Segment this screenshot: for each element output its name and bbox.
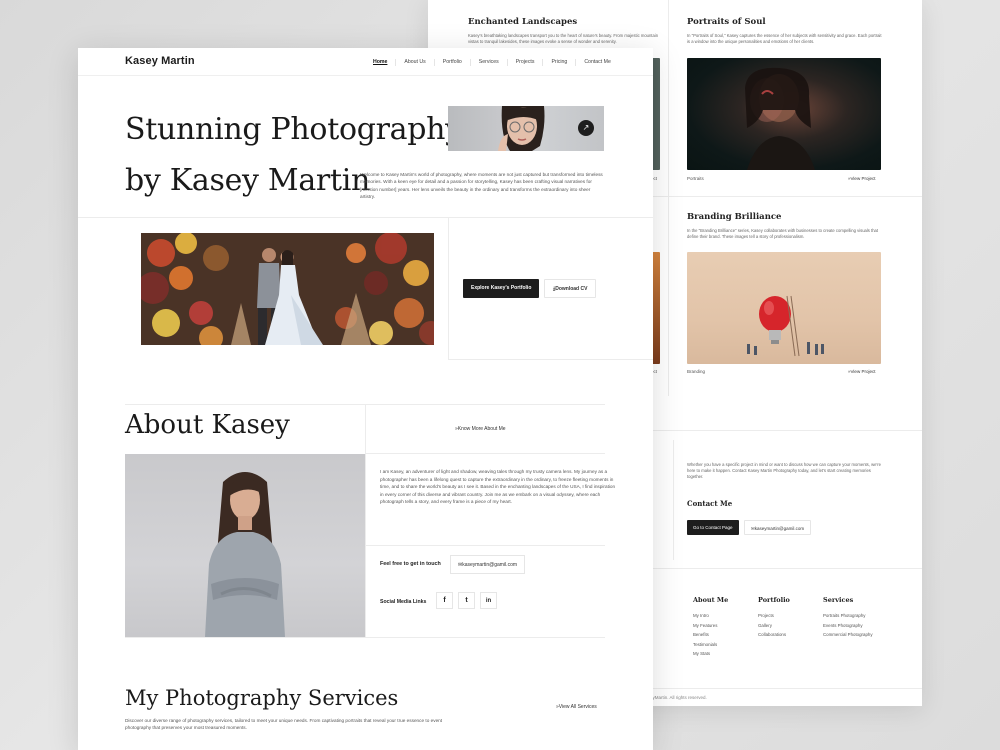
divider <box>365 545 605 546</box>
divider <box>673 440 674 560</box>
footer-link[interactable]: Portraits Photography <box>823 611 873 621</box>
link-label: View Project <box>850 176 876 181</box>
view-project-link[interactable]: » View Project <box>848 369 875 374</box>
services-title: My Photography Services <box>125 686 399 710</box>
nav-about-us[interactable]: About Us <box>395 59 433 66</box>
email-label: kaseymartin@gamil.com <box>754 526 805 531</box>
hero-portrait-image[interactable]: ↗ <box>448 106 604 151</box>
hero-title-line2: by Kasey Martin <box>125 163 371 198</box>
divider <box>125 637 605 638</box>
divider <box>365 404 366 637</box>
footer-col-about: About Me My Intro My Features Benefits T… <box>693 596 728 659</box>
email-button[interactable]: ✉ kaseymartin@gamil.com <box>450 555 526 574</box>
card-title: Branding Brilliance <box>687 212 782 222</box>
card-meta: Portraits <box>687 176 704 181</box>
nav-services[interactable]: Services <box>469 59 507 66</box>
know-more-label: Know More About Me <box>457 426 506 432</box>
card-desc: In the "Branding Brilliance" series, Kas… <box>687 228 879 240</box>
card-title: Portraits of Soul <box>687 17 766 27</box>
contact-label: Feel free to get in touch <box>380 561 441 567</box>
view-project-link[interactable]: » View Project <box>848 176 875 181</box>
footer-heading: About Me <box>693 596 729 604</box>
lightbulb-illustration <box>747 295 824 357</box>
contact-section: Whether you have a specific project in m… <box>687 462 883 508</box>
footer-col-services: Services Portraits Photography Events Ph… <box>823 596 873 640</box>
nav-links: Home About Us Portfolio Services Project… <box>365 59 619 66</box>
about-description: I am Kasey, an adventurer of light and s… <box>380 469 616 505</box>
download-cv-button[interactable]: ⤓ Download CV <box>544 279 597 298</box>
card-enchanted-landscapes[interactable]: Enchanted Landscapes Kasey's breathtakin… <box>468 17 664 45</box>
portrait-figure <box>745 67 815 170</box>
email-button[interactable]: ✉ kaseymartin@gamil.com <box>744 520 812 535</box>
hero-description: Welcome to Kasey Martin's world of photo… <box>360 172 603 200</box>
nav-contact-me[interactable]: Contact Me <box>575 59 619 66</box>
footer-link[interactable]: Events Photography <box>823 621 873 631</box>
contact-text: Whether you have a specific project in m… <box>687 462 881 480</box>
footer-col-portfolio: Portfolio Projects Gallery Collaboration… <box>758 596 790 640</box>
footer-link[interactable]: My Features <box>693 621 728 631</box>
nav-portfolio[interactable]: Portfolio <box>433 59 470 66</box>
view-all-label: View All Services <box>558 704 597 710</box>
email-label: kaseymartin@gamil.com <box>462 562 518 568</box>
divider <box>365 453 605 454</box>
services-description: Discover our diverse range of photograph… <box>125 718 443 731</box>
about-title: About Kasey <box>125 410 290 440</box>
branding-lightbulb-image[interactable] <box>687 252 881 364</box>
explore-portfolio-button[interactable]: Explore Kasey's Portfolio <box>463 279 540 298</box>
contact-page-button[interactable]: Go to Contact Page <box>687 520 739 535</box>
know-more-link[interactable]: » Know More About Me <box>455 426 506 432</box>
divider <box>668 0 669 396</box>
arrow-up-right-icon[interactable]: ↗ <box>578 120 594 136</box>
card-title: Enchanted Landscapes <box>468 17 578 27</box>
download-cv-label: Download CV <box>555 286 588 292</box>
contact-heading: Contact Me <box>687 498 733 508</box>
nav-projects[interactable]: Projects <box>506 59 543 66</box>
footer-link[interactable]: My Intro <box>693 611 728 621</box>
footer-link[interactable]: Collaborations <box>758 630 790 640</box>
card-portraits-of-soul[interactable]: Portraits of Soul In "Portraits of Soul,… <box>687 17 883 45</box>
nav-home[interactable]: Home <box>365 59 395 66</box>
top-nav: Kasey Martin Home About Us Portfolio Ser… <box>78 48 653 76</box>
view-all-services-link[interactable]: » View All Services <box>556 704 597 710</box>
wedding-couple-image[interactable] <box>141 233 434 345</box>
link-label: View Project <box>850 369 876 374</box>
footer-heading: Portfolio <box>758 596 790 604</box>
hero-title-line1: Stunning Photography <box>125 112 462 147</box>
copyright: eyMartin. All rights reserved. <box>650 695 707 700</box>
site-logo[interactable]: Kasey Martin <box>125 55 195 67</box>
facebook-icon[interactable]: f <box>436 592 453 609</box>
footer-link[interactable]: Commercial Photography <box>823 630 873 640</box>
footer-link[interactable]: Testimonials <box>693 640 728 650</box>
divider <box>448 359 653 360</box>
card-desc: In "Portraits of Soul," Kasey captures t… <box>687 33 882 45</box>
divider <box>78 217 653 218</box>
footer-heading: Services <box>823 596 854 604</box>
front-page: Kasey Martin Home About Us Portfolio Ser… <box>78 48 653 750</box>
card-branding-brilliance[interactable]: Branding Brilliance In the "Branding Bri… <box>687 212 883 240</box>
linkedin-icon[interactable]: in <box>480 592 497 609</box>
card-desc: Kasey's breathtaking landscapes transpor… <box>468 33 659 45</box>
footer-link[interactable]: Benefits <box>693 630 728 640</box>
wedding-scene <box>141 233 434 345</box>
nav-pricing[interactable]: Pricing <box>542 59 575 66</box>
about-portrait-image[interactable] <box>125 454 365 637</box>
divider <box>448 217 449 359</box>
twitter-icon[interactable]: t <box>458 592 475 609</box>
social-label: Social Media Links <box>380 599 427 605</box>
portrait-soul-image[interactable] <box>687 58 881 170</box>
woman-portrait-figure <box>205 472 285 637</box>
footer-link[interactable]: Gallery <box>758 621 790 631</box>
card-meta: Branding <box>687 369 706 374</box>
footer-link[interactable]: Projects <box>758 611 790 621</box>
footer-link[interactable]: My Stats <box>693 649 728 659</box>
